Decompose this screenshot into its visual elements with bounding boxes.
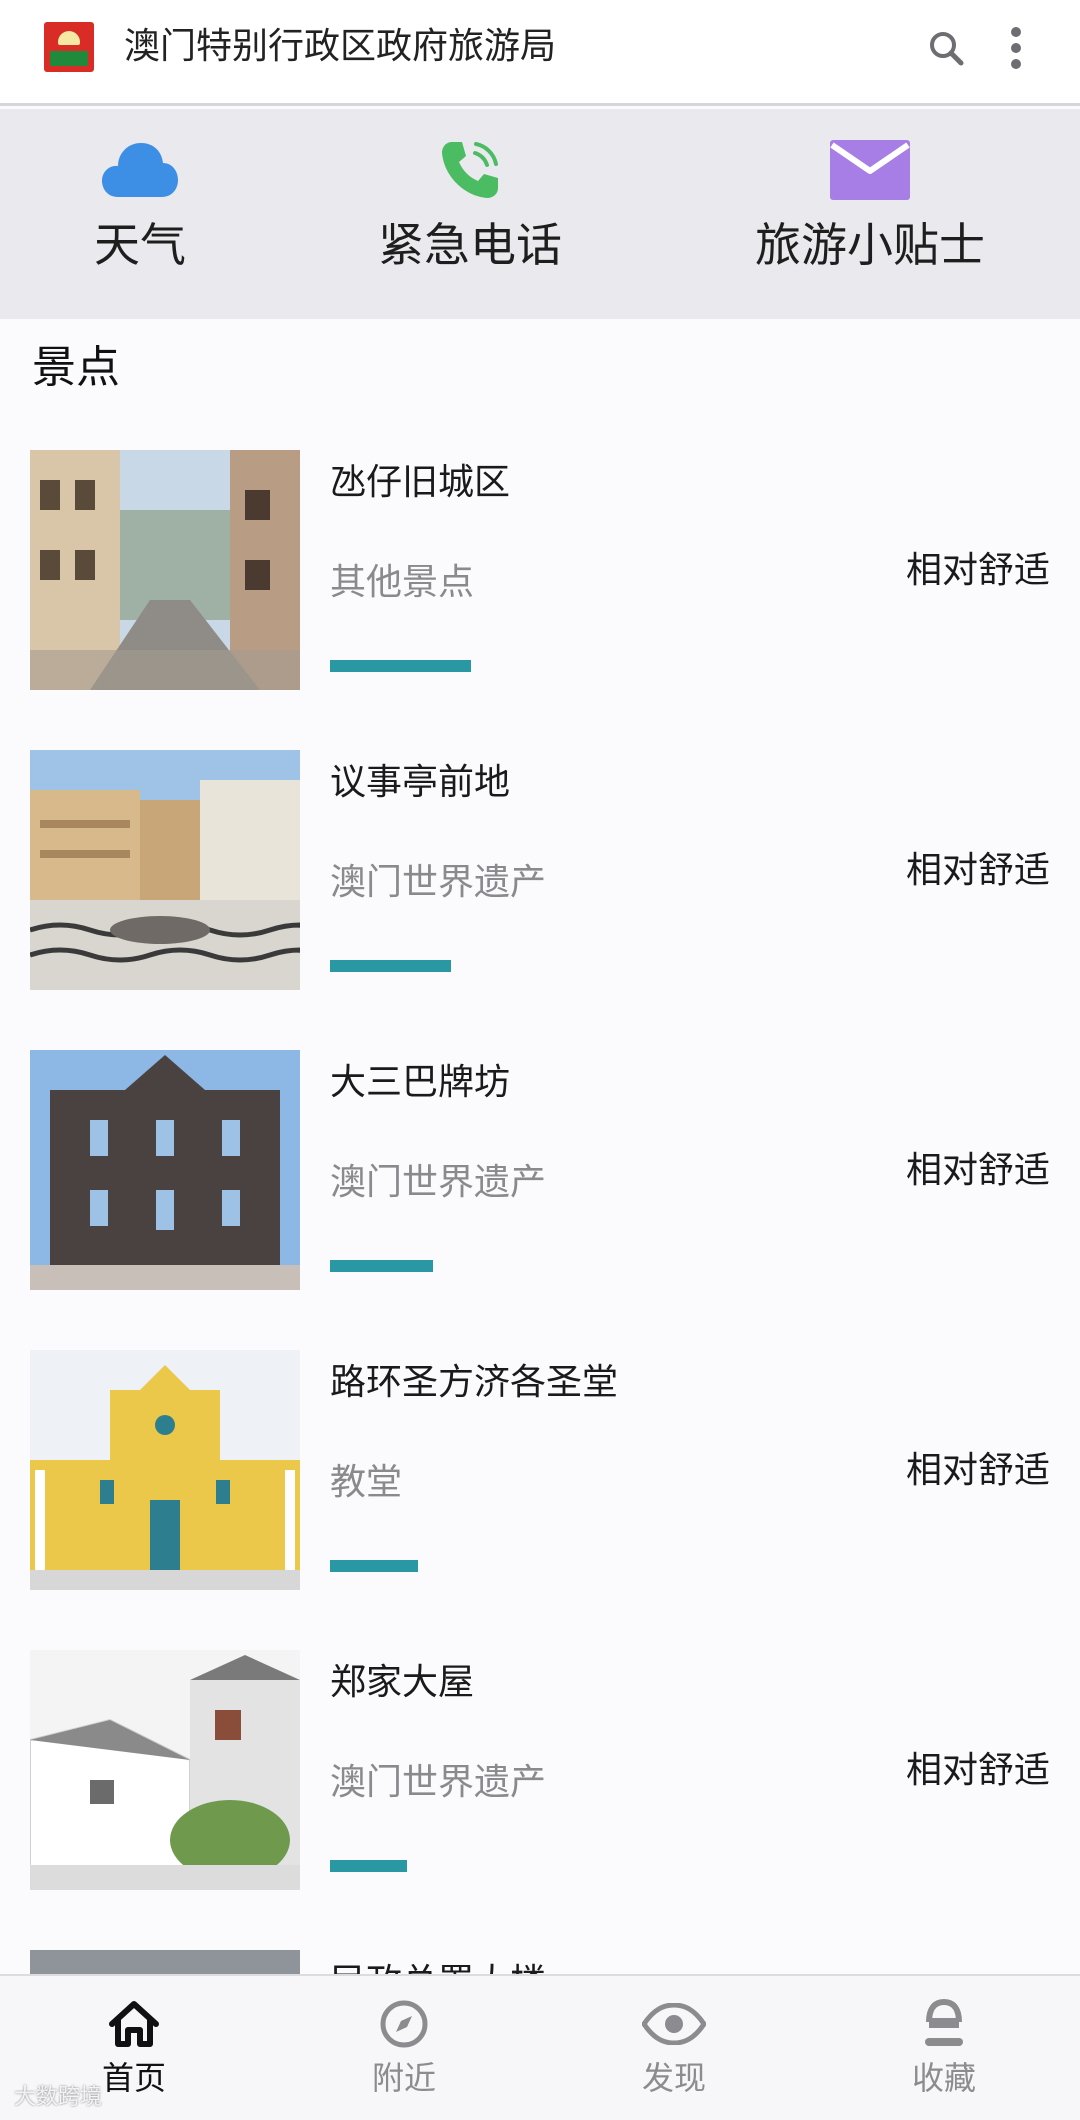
comfort-level-fill bbox=[330, 960, 451, 972]
attraction-photo bbox=[30, 750, 300, 990]
comfort-level-bar bbox=[330, 1560, 550, 1572]
phone-icon bbox=[442, 142, 498, 198]
comfort-status: 相对舒适 bbox=[905, 1750, 1050, 1791]
quick-action-travel-tips-label: 旅游小贴士 bbox=[755, 218, 985, 272]
attraction-name: 议事亭前地 bbox=[330, 762, 511, 803]
list-item[interactable]: 郑家大屋 澳门世界遗产 相对舒适 bbox=[0, 1620, 1080, 1920]
comfort-level-bar bbox=[330, 1260, 550, 1272]
nav-favorites-label: 收藏 bbox=[911, 2059, 976, 2097]
app-bar: 澳门特别行政区政府旅游局 bbox=[0, 0, 1080, 106]
mail-icon bbox=[830, 140, 910, 200]
attraction-photo bbox=[30, 1350, 300, 1590]
quick-action-emergency-phone-label: 紧急电话 bbox=[378, 218, 562, 272]
quick-action-weather-label: 天气 bbox=[94, 218, 186, 272]
nav-home-label: 首页 bbox=[101, 2059, 166, 2097]
attraction-photo bbox=[30, 1650, 300, 1890]
attraction-category: 澳门世界遗产 bbox=[330, 1162, 547, 1203]
attraction-name: 大三巴牌坊 bbox=[330, 1062, 511, 1103]
quick-action-travel-tips[interactable]: 旅游小贴士 bbox=[720, 109, 1020, 319]
comfort-level-bar bbox=[330, 1860, 550, 1872]
bookmark-person-icon bbox=[925, 1998, 963, 2046]
attraction-photo bbox=[30, 450, 300, 690]
comfort-level-fill bbox=[330, 1260, 434, 1272]
comfort-status: 相对舒适 bbox=[905, 1150, 1050, 1191]
nav-discover[interactable]: 发现 bbox=[584, 1976, 764, 2120]
comfort-level-fill bbox=[330, 1860, 407, 1872]
attraction-name: 郑家大屋 bbox=[330, 1662, 475, 1703]
attraction-category: 澳门世界遗产 bbox=[330, 1762, 547, 1803]
search-button[interactable] bbox=[920, 22, 972, 74]
comfort-status: 相对舒适 bbox=[905, 1450, 1050, 1491]
search-icon bbox=[930, 32, 964, 66]
list-item[interactable]: 路环圣方济各圣堂 教堂 相对舒适 bbox=[0, 1320, 1080, 1620]
app-title: 澳门特别行政区政府旅游局 bbox=[124, 26, 557, 67]
comfort-level-bar bbox=[330, 960, 550, 972]
attraction-category: 澳门世界遗产 bbox=[330, 862, 547, 903]
bottom-navigation: 首页 附近 发现 收藏 bbox=[0, 1974, 1080, 2120]
list-item[interactable]: 议事亭前地 澳门世界遗产 相对舒适 bbox=[0, 720, 1080, 1020]
attractions-section-title: 景点 bbox=[32, 342, 120, 393]
app-screen: 澳门特别行政区政府旅游局 天气 紧急电话 旅游小贴士 景点 氹仔旧城区 其他景点… bbox=[0, 0, 1080, 2120]
quick-actions-bar: 天气 紧急电话 旅游小贴士 bbox=[0, 109, 1080, 319]
attraction-name: 路环圣方济各圣堂 bbox=[330, 1362, 619, 1403]
watermark: 大数跨境 bbox=[14, 2085, 103, 2110]
attraction-category: 其他景点 bbox=[330, 562, 475, 603]
comfort-status: 相对舒适 bbox=[905, 550, 1050, 591]
comfort-level-fill bbox=[330, 660, 471, 672]
nav-favorites[interactable]: 收藏 bbox=[854, 1976, 1034, 2120]
home-icon bbox=[109, 2001, 159, 2047]
compass-icon bbox=[380, 2000, 428, 2048]
nav-nearby[interactable]: 附近 bbox=[314, 1976, 494, 2120]
nav-discover-label: 发现 bbox=[641, 2059, 706, 2097]
more-options-button[interactable] bbox=[992, 18, 1040, 78]
comfort-status: 相对舒适 bbox=[905, 850, 1050, 891]
quick-action-emergency-phone[interactable]: 紧急电话 bbox=[340, 109, 600, 319]
attraction-name: 氹仔旧城区 bbox=[330, 462, 511, 503]
list-item[interactable]: 氹仔旧城区 其他景点 相对舒适 bbox=[0, 420, 1080, 720]
app-logo bbox=[44, 22, 94, 72]
quick-action-weather[interactable]: 天气 bbox=[50, 109, 230, 319]
attraction-category: 教堂 bbox=[330, 1462, 403, 1503]
cloud-icon bbox=[102, 143, 178, 197]
more-vert-icon bbox=[1011, 27, 1021, 69]
attraction-photo bbox=[30, 1050, 300, 1290]
nav-nearby-label: 附近 bbox=[371, 2059, 436, 2097]
comfort-level-bar bbox=[330, 660, 550, 672]
list-item[interactable]: 大三巴牌坊 澳门世界遗产 相对舒适 bbox=[0, 1020, 1080, 1320]
eye-icon bbox=[642, 2003, 706, 2045]
comfort-level-fill bbox=[330, 1560, 418, 1572]
